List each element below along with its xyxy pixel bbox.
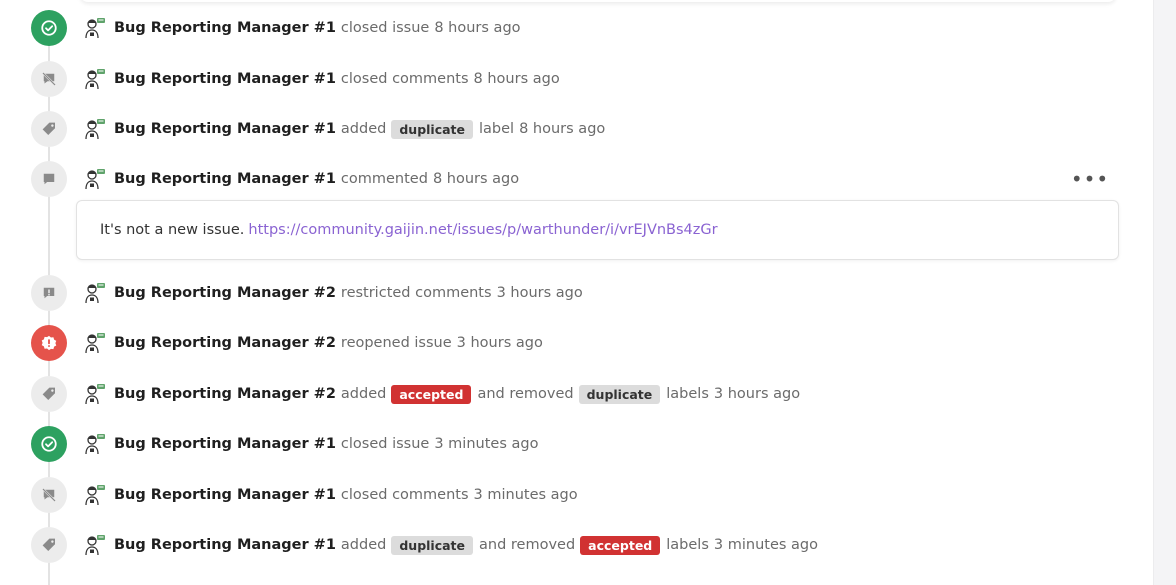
- avatar-icon: [84, 534, 106, 556]
- event-conjunction: and removed: [479, 537, 576, 553]
- event-text: Bug Reporting Manager #1 closed issue 3 mi…: [114, 426, 538, 462]
- event-suffix: labels: [666, 537, 709, 553]
- event-action: restricted comments: [340, 285, 492, 301]
- event-time[interactable]: 3 minutes ago: [714, 537, 818, 553]
- event-time[interactable]: 8 hours ago: [519, 121, 605, 137]
- event-badge: [31, 275, 67, 311]
- event-time[interactable]: 3 hours ago: [497, 285, 583, 301]
- event-action: closed issue: [340, 436, 430, 452]
- label-badge-accepted[interactable]: accepted: [391, 384, 472, 404]
- author-name[interactable]: Bug Reporting Manager #2: [114, 335, 336, 351]
- avatar-icon: [84, 433, 106, 455]
- label-badge-duplicate[interactable]: duplicate: [391, 535, 474, 555]
- event-suffix: label: [479, 121, 515, 137]
- event-time[interactable]: 3 hours ago: [714, 386, 800, 402]
- avatar-icon: [84, 68, 106, 90]
- author-name[interactable]: Bug Reporting Manager #1: [114, 171, 336, 187]
- event-badge: [31, 376, 67, 412]
- event-action: closed comments: [340, 71, 469, 87]
- timeline-event: Bug Reporting Manager #2 reopened issue 3 …: [0, 325, 1130, 361]
- author-name[interactable]: Bug Reporting Manager #2: [114, 386, 336, 402]
- alert-circle-icon: [40, 334, 58, 352]
- event-text: Bug Reporting Manager #2 added accepted and…: [114, 376, 800, 412]
- event-text: Bug Reporting Manager #2 reopened issue 3 …: [114, 325, 543, 361]
- avatar-icon: [84, 17, 106, 39]
- event-text: Bug Reporting Manager #1 closed comments 8…: [114, 61, 560, 97]
- event-badge: [31, 477, 67, 513]
- author-name[interactable]: Bug Reporting Manager #1: [114, 121, 336, 137]
- label-badge-accepted[interactable]: accepted: [580, 535, 661, 555]
- timeline-event: Bug Reporting Manager #1 closed issue 8 ho…: [0, 10, 1130, 46]
- avatar-icon: [84, 282, 106, 304]
- event-badge: [31, 61, 67, 97]
- event-suffix: labels: [666, 386, 709, 402]
- avatar-icon: [84, 484, 106, 506]
- event-action: closed issue: [340, 20, 430, 36]
- event-text: Bug Reporting Manager #1 commented 8 hours…: [114, 161, 519, 197]
- author-name[interactable]: Bug Reporting Manager #1: [114, 20, 336, 36]
- event-badge: [31, 161, 67, 197]
- event-text: Bug Reporting Manager #1 added duplicate la…: [114, 111, 605, 147]
- event-text: Bug Reporting Manager #1 closed issue 8 ho…: [114, 10, 521, 46]
- event-badge: [31, 111, 67, 147]
- comment-body: It's not a new issue. https://community.…: [100, 201, 718, 259]
- event-action: added: [340, 121, 387, 137]
- timeline-event: Bug Reporting Manager #1 added duplicate an…: [0, 527, 1130, 563]
- tag-icon: [40, 120, 58, 138]
- comment-box: It's not a new issue. https://community.…: [76, 200, 1119, 260]
- event-conjunction: and removed: [477, 386, 574, 402]
- label-badge-duplicate[interactable]: duplicate: [578, 384, 661, 404]
- comment-text: It's not a new issue.: [100, 222, 245, 238]
- event-badge: [31, 10, 67, 46]
- author-name[interactable]: Bug Reporting Manager #1: [114, 436, 336, 452]
- timeline-event: Bug Reporting Manager #1 closed comments 3…: [0, 477, 1130, 513]
- comment-off-icon: [40, 486, 58, 504]
- event-time[interactable]: 3 minutes ago: [434, 436, 538, 452]
- tag-icon: [40, 385, 58, 403]
- event-action: closed comments: [340, 487, 469, 503]
- timeline-event: Bug Reporting Manager #1 closed issue 3 mi…: [0, 426, 1130, 462]
- scrollbar-track[interactable]: [1153, 0, 1176, 585]
- label-badge-duplicate[interactable]: duplicate: [391, 119, 474, 139]
- event-action: added: [340, 386, 387, 402]
- comment-alert-icon: [40, 284, 58, 302]
- event-time[interactable]: 8 hours ago: [433, 171, 519, 187]
- author-name[interactable]: Bug Reporting Manager #1: [114, 487, 336, 503]
- event-action: added: [340, 537, 387, 553]
- event-action: commented: [340, 171, 428, 187]
- author-name[interactable]: Bug Reporting Manager #2: [114, 285, 336, 301]
- event-badge: [31, 527, 67, 563]
- avatar-icon: [84, 383, 106, 405]
- timeline-event: Bug Reporting Manager #1 closed comments 8…: [0, 61, 1130, 97]
- event-time[interactable]: 3 hours ago: [457, 335, 543, 351]
- avatar-icon: [84, 168, 106, 190]
- author-name[interactable]: Bug Reporting Manager #1: [114, 71, 336, 87]
- comment-link[interactable]: https://community.gaijin.net/issues/p/wa…: [248, 222, 717, 238]
- event-action: reopened issue: [340, 335, 452, 351]
- event-time[interactable]: 8 hours ago: [434, 20, 520, 36]
- check-circle-icon: [40, 435, 58, 453]
- timeline-event: Bug Reporting Manager #2 restricted comme…: [0, 275, 1130, 311]
- event-badge: [31, 325, 67, 361]
- event-text: Bug Reporting Manager #2 restricted comme…: [114, 275, 583, 311]
- check-circle-icon: [40, 19, 58, 37]
- event-time[interactable]: 8 hours ago: [474, 71, 560, 87]
- timeline-event: Bug Reporting Manager #1 commented 8 hours…: [0, 161, 1130, 197]
- more-options-button[interactable]: •••: [1071, 167, 1108, 191]
- event-badge: [31, 426, 67, 462]
- event-text: Bug Reporting Manager #1 closed comments 3…: [114, 477, 578, 513]
- timeline-event: Bug Reporting Manager #1 added duplicate la…: [0, 111, 1130, 147]
- comment-off-icon: [40, 70, 58, 88]
- avatar-icon: [84, 118, 106, 140]
- event-text: Bug Reporting Manager #1 added duplicate an…: [114, 527, 818, 563]
- comment-icon: [40, 170, 58, 188]
- avatar-icon: [84, 332, 106, 354]
- author-name[interactable]: Bug Reporting Manager #1: [114, 537, 336, 553]
- previous-card-edge: [80, 0, 1116, 2]
- timeline-event: Bug Reporting Manager #2 added accepted and…: [0, 376, 1130, 412]
- event-time[interactable]: 3 minutes ago: [474, 487, 578, 503]
- tag-icon: [40, 536, 58, 554]
